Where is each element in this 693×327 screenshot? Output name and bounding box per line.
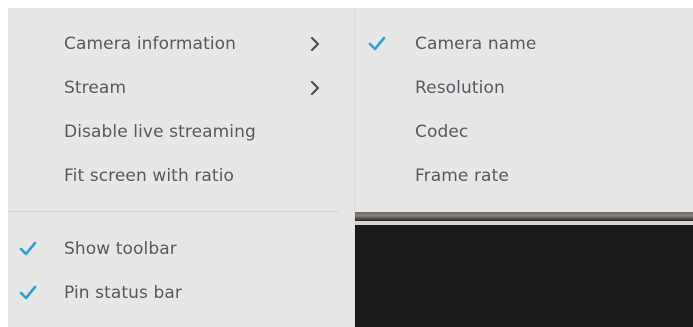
submenu-item-frame-rate[interactable]: Frame rate <box>355 154 693 198</box>
app-context-menu: Camera information Stream Disable live s… <box>0 0 693 327</box>
submenu-item-label: Camera name <box>415 34 537 54</box>
submenu-item-label: Resolution <box>415 78 505 98</box>
menu-item-disable-live-streaming[interactable]: Disable live streaming <box>8 110 354 154</box>
menu-item-label: Show toolbar <box>64 239 177 259</box>
menu-item-label: Fit screen with ratio <box>64 166 235 186</box>
submenu-item-label: Frame rate <box>415 166 509 186</box>
submenu-item-resolution[interactable]: Resolution <box>355 66 693 110</box>
live-video-pane[interactable] <box>355 212 693 327</box>
video-frame-content <box>355 225 693 327</box>
camera-information-submenu: Camera name Resolution Codec Frame rate <box>355 8 693 212</box>
menu-item-show-toolbar[interactable]: Show toolbar <box>8 227 354 271</box>
submenu-item-camera-name[interactable]: Camera name <box>355 22 693 66</box>
menu-item-fit-screen-with-ratio[interactable]: Fit screen with ratio <box>8 154 354 198</box>
menu-item-stream[interactable]: Stream <box>8 66 354 110</box>
menu-item-pin-status-bar[interactable]: Pin status bar <box>8 271 354 315</box>
menu-item-label: Disable live streaming <box>64 122 256 142</box>
submenu-item-label: Codec <box>415 122 469 142</box>
menu-item-camera-information[interactable]: Camera information <box>8 22 354 66</box>
menu-item-label: Pin status bar <box>64 283 183 303</box>
context-menu: Camera information Stream Disable live s… <box>8 8 355 327</box>
check-icon <box>18 240 38 258</box>
chevron-right-icon <box>308 79 322 97</box>
menu-item-label: Camera information <box>64 34 237 54</box>
menu-item-label: Stream <box>64 78 127 98</box>
menu-separator <box>8 211 338 212</box>
chevron-right-icon <box>308 35 322 53</box>
submenu-item-codec[interactable]: Codec <box>355 110 693 154</box>
check-icon <box>367 35 387 53</box>
video-frame-edge <box>355 212 693 221</box>
check-icon <box>18 284 38 302</box>
